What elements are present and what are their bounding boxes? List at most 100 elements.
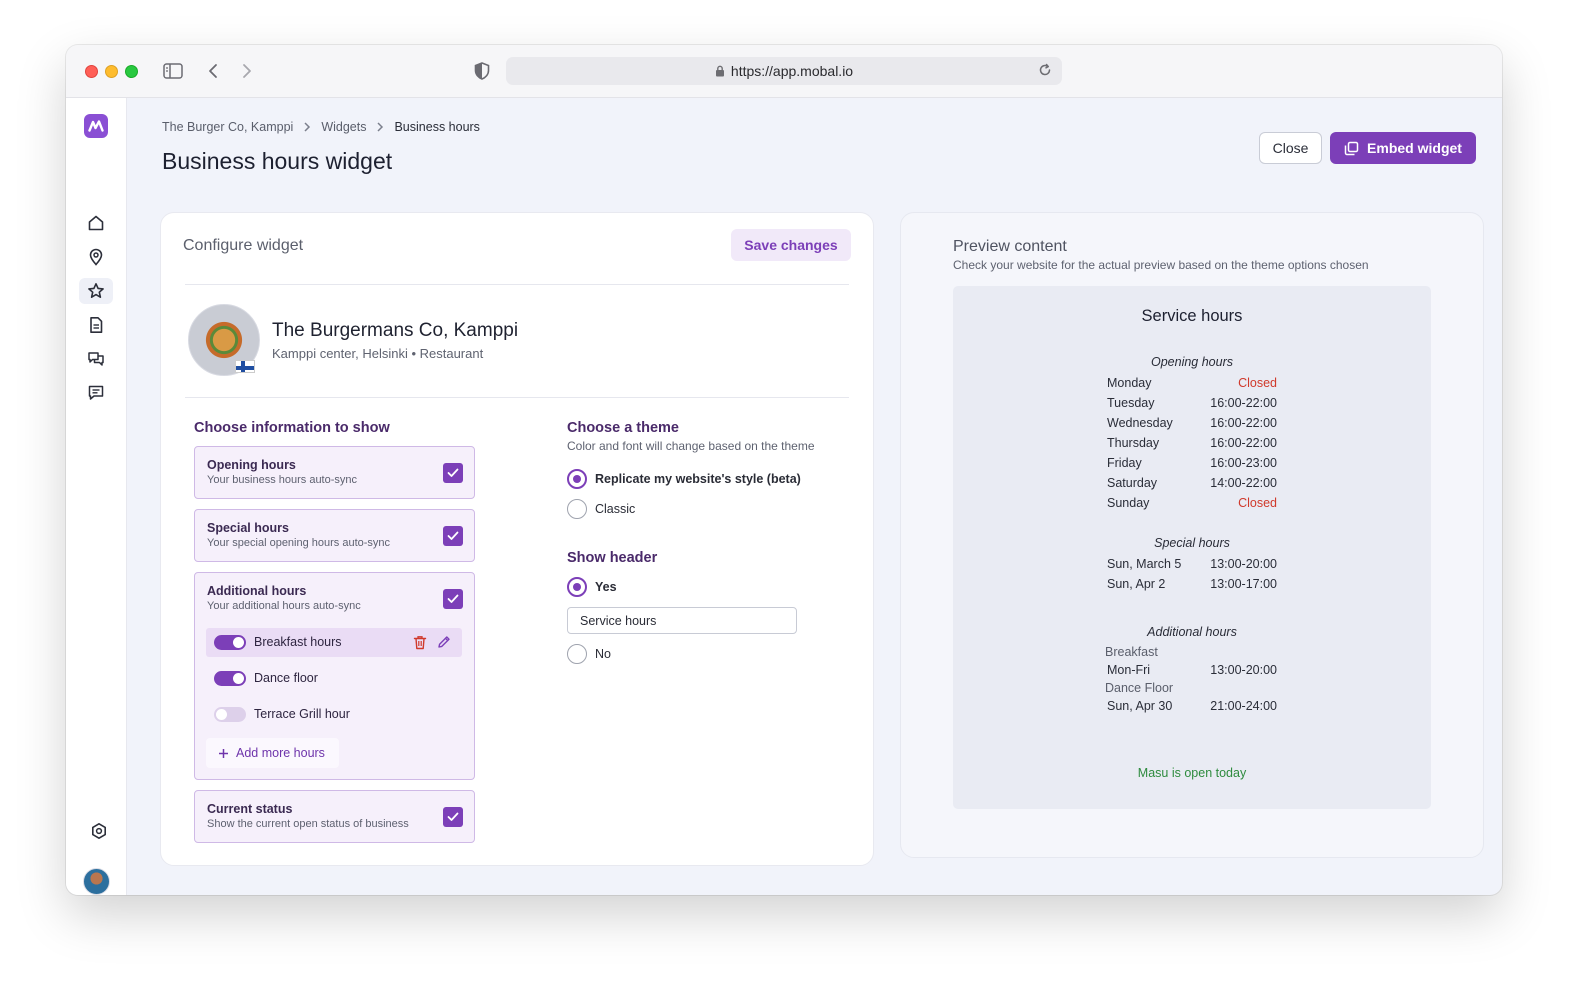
chevron-right-icon — [376, 122, 384, 132]
embed-widget-label: Embed widget — [1367, 140, 1462, 156]
add-more-hours-label: Add more hours — [236, 746, 325, 760]
toggle-dance-floor[interactable] — [214, 671, 246, 686]
widget-preview: Service hours Opening hours Monday Closed… — [953, 286, 1431, 809]
radio-theme-replicate-label[interactable]: Replicate my website's style (beta) — [595, 472, 801, 486]
breadcrumb-item-business[interactable]: The Burger Co, Kamppi — [162, 120, 293, 134]
mobal-logo[interactable] — [84, 114, 108, 138]
option-subtitle: Show the current open status of business — [207, 818, 409, 830]
chevron-right-icon — [303, 122, 311, 132]
toggle-breakfast-hours[interactable] — [214, 635, 246, 650]
breadcrumb-item-widgets[interactable]: Widgets — [321, 120, 366, 134]
document-icon[interactable] — [79, 312, 113, 338]
sidebar-toggle-icon[interactable] — [162, 60, 184, 82]
widget-special-row: Sun, March 5 13:00-20:00 — [1107, 557, 1277, 571]
address-bar[interactable]: https://app.mobal.io — [506, 57, 1062, 85]
configure-widget-card: Configure widget Save changes The Burger… — [160, 212, 874, 866]
widget-additional-name: Dance Floor — [1105, 681, 1174, 695]
finland-flag-icon — [235, 360, 255, 373]
widget-additional-row: Sun, Apr 30 21:00-24:00 — [1107, 699, 1277, 713]
chat-bubbles-icon[interactable] — [79, 346, 113, 372]
additional-item-breakfast[interactable]: Breakfast hours — [206, 628, 462, 657]
browser-toolbar: https://app.mobal.io — [66, 45, 1502, 98]
radio-header-yes[interactable] — [567, 577, 587, 597]
radio-header-no-label[interactable]: No — [595, 647, 611, 661]
business-name: The Burgermans Co, Kamppi — [272, 320, 519, 341]
toggle-terrace-grill-hour[interactable] — [214, 707, 246, 722]
window-close-button[interactable] — [85, 65, 98, 78]
radio-header-yes-label[interactable]: Yes — [595, 580, 617, 594]
user-avatar[interactable] — [83, 868, 110, 895]
header-text-input[interactable] — [567, 607, 797, 634]
checkbox-current-status[interactable] — [443, 807, 463, 827]
info-section-title: Choose information to show — [194, 420, 390, 436]
checkmark-icon — [447, 531, 459, 540]
home-icon[interactable] — [79, 210, 113, 236]
additional-item-dance-floor[interactable]: Dance floor — [206, 664, 462, 693]
radio-theme-replicate[interactable] — [567, 469, 587, 489]
option-current-status[interactable]: Current status Show the current open sta… — [194, 790, 475, 843]
widget-additional-row: Mon-Fri 13:00-20:00 — [1107, 663, 1277, 677]
additional-item-label: Breakfast hours — [254, 635, 342, 649]
widget-heading: Service hours — [1141, 307, 1243, 325]
app-sidebar — [66, 98, 127, 895]
theme-section-subtitle: Color and font will change based on the … — [567, 439, 815, 453]
option-title: Additional hours — [207, 584, 307, 598]
option-additional-hours[interactable]: Additional hours Your additional hours a… — [194, 572, 475, 780]
forward-arrow-icon[interactable] — [236, 60, 258, 82]
option-special-hours[interactable]: Special hours Your special opening hours… — [194, 509, 475, 562]
configure-widget-title: Configure widget — [183, 237, 304, 254]
widget-opening-row: Wednesday 16:00-22:00 — [1107, 416, 1277, 430]
option-subtitle: Your special opening hours auto-sync — [207, 537, 391, 549]
url-text: https://app.mobal.io — [730, 63, 854, 79]
add-more-hours-button[interactable]: Add more hours — [206, 738, 339, 768]
location-pin-icon[interactable] — [79, 244, 113, 270]
option-opening-hours[interactable]: Opening hours Your business hours auto-s… — [194, 446, 475, 499]
option-title: Special hours — [207, 521, 289, 535]
additional-item-terrace-grill[interactable]: Terrace Grill hour — [206, 700, 462, 729]
business-meta: Kamppi center, Helsinki • Restaurant — [272, 346, 484, 361]
window-zoom-button[interactable] — [125, 65, 138, 78]
checkmark-icon — [447, 468, 459, 477]
radio-header-no[interactable] — [567, 644, 587, 664]
embed-widget-button[interactable]: Embed widget — [1330, 132, 1476, 164]
settings-icon[interactable] — [82, 818, 116, 844]
checkbox-additional-hours[interactable] — [443, 589, 463, 609]
plus-icon — [218, 748, 229, 759]
widget-opening-row: Friday 16:00-23:00 — [1107, 456, 1277, 470]
trash-icon[interactable] — [412, 634, 428, 650]
preview-title: Preview content — [953, 238, 1067, 255]
shield-icon[interactable] — [471, 60, 493, 82]
back-arrow-icon[interactable] — [202, 60, 224, 82]
show-header-title: Show header — [567, 550, 658, 566]
widget-additional-name: Breakfast — [1105, 645, 1158, 659]
theme-section-title: Choose a theme — [567, 420, 679, 436]
checkbox-special-hours[interactable] — [443, 526, 463, 546]
radio-theme-classic[interactable] — [567, 499, 587, 519]
widget-special-row: Sun, Apr 2 13:00-17:00 — [1107, 577, 1277, 591]
additional-item-label: Terrace Grill hour — [254, 707, 350, 721]
save-changes-button[interactable]: Save changes — [731, 229, 851, 261]
close-button[interactable]: Close — [1259, 132, 1322, 164]
additional-item-label: Dance floor — [254, 671, 318, 685]
message-icon[interactable] — [79, 380, 113, 406]
option-title: Current status — [207, 802, 293, 816]
option-subtitle: Your business hours auto-sync — [207, 474, 358, 486]
preview-card: Preview content Check your website for t… — [900, 212, 1484, 858]
star-icon[interactable] — [79, 278, 113, 304]
checkbox-opening-hours[interactable] — [443, 463, 463, 483]
preview-subtitle: Check your website for the actual previe… — [953, 258, 1369, 272]
option-title: Opening hours — [207, 458, 296, 472]
lock-icon — [715, 65, 725, 77]
pencil-icon[interactable] — [436, 634, 452, 650]
page-title: Business hours widget — [162, 148, 393, 174]
reload-icon[interactable] — [1038, 63, 1052, 77]
widget-opening-row: Sunday Closed — [1107, 496, 1277, 510]
breadcrumb: The Burger Co, Kamppi Widgets Business h… — [162, 120, 480, 134]
window-minimize-button[interactable] — [105, 65, 118, 78]
divider — [185, 284, 849, 285]
widget-opening-row: Saturday 14:00-22:00 — [1107, 476, 1277, 490]
main-content: The Burger Co, Kamppi Widgets Business h… — [127, 98, 1502, 895]
radio-theme-classic-label[interactable]: Classic — [595, 502, 635, 516]
browser-window: https://app.mobal.io The Burger Co, Kamp… — [66, 45, 1502, 895]
breadcrumb-item-current: Business hours — [394, 120, 480, 134]
